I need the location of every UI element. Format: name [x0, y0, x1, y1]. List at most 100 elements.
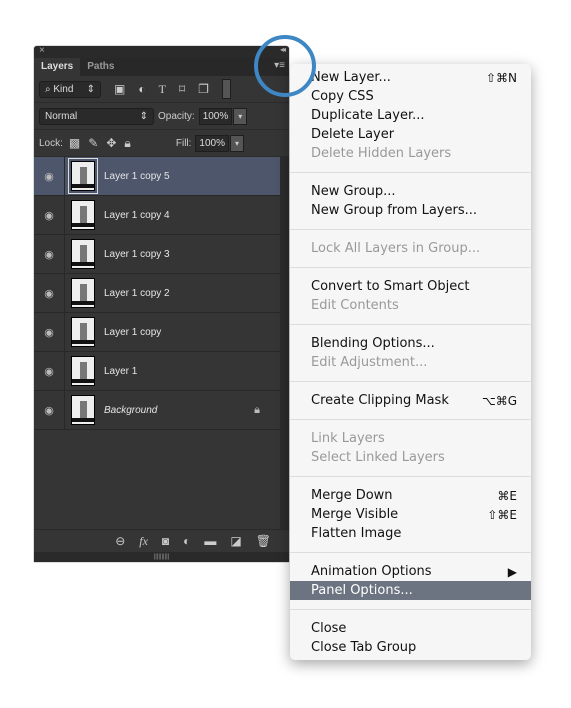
- search-icon: ⌕: [45, 83, 54, 95]
- updown-icon: ⇕: [86, 83, 95, 95]
- opacity-dropdown-button[interactable]: ▾: [233, 107, 248, 125]
- blend-mode-value: Normal: [45, 110, 78, 122]
- menu-item: Link Layers: [290, 429, 531, 448]
- eye-visibility-icon[interactable]: ◉: [34, 235, 65, 273]
- resize-grip[interactable]: ||||||||||: [34, 552, 289, 562]
- eye-visibility-icon[interactable]: ◉: [34, 274, 65, 312]
- mask-icon[interactable]: ◙: [162, 534, 169, 548]
- fill-dropdown-button[interactable]: ▾: [230, 134, 244, 152]
- image-filter-icon[interactable]: ▣: [114, 82, 125, 96]
- layer-row[interactable]: ◉ Layer 1 copy: [34, 313, 280, 352]
- layer-name: Layer 1 copy 5: [104, 170, 170, 182]
- menu-item-label: Delete Hidden Layers: [311, 146, 452, 161]
- layer-row[interactable]: ◉ Layer 1 copy 3: [34, 235, 280, 274]
- menu-separator: [290, 552, 531, 553]
- tab-layers[interactable]: Layers: [34, 58, 81, 76]
- menu-separator: [290, 609, 531, 610]
- layer-name: Layer 1 copy 3: [104, 248, 170, 260]
- highlight-circle: [254, 35, 316, 97]
- trash-icon[interactable]: 🗑︎: [256, 534, 271, 548]
- shape-filter-icon[interactable]: ⌑: [179, 82, 185, 96]
- menu-item[interactable]: Flatten Image: [290, 524, 531, 543]
- new-layer-icon[interactable]: ◪: [230, 534, 241, 548]
- layer-row[interactable]: ◉ Layer 1 copy 4: [34, 196, 280, 235]
- filter-kind-label: Kind: [53, 83, 74, 95]
- opacity-input[interactable]: 100%: [198, 107, 233, 125]
- menu-item[interactable]: Delete Layer: [290, 125, 531, 144]
- menu-item-label: Close: [311, 621, 347, 636]
- layer-thumbnail: [71, 278, 95, 308]
- panel-footer: ⊖ fx ◙ ◐ ▬ ◪ 🗑︎: [34, 529, 289, 552]
- layer-row[interactable]: ◉ Layer 1 copy 2: [34, 274, 280, 313]
- lock-transparent-pixels-icon[interactable]: ▩: [69, 136, 80, 150]
- fx-icon[interactable]: fx: [139, 534, 148, 549]
- menu-item[interactable]: New Group...: [290, 182, 531, 201]
- smart-object-filter-icon[interactable]: ❐: [198, 82, 209, 96]
- eye-visibility-icon[interactable]: ◉: [34, 352, 65, 390]
- menu-item[interactable]: Copy CSS: [290, 87, 531, 106]
- menu-item-label: Blending Options...: [311, 336, 435, 351]
- eye-visibility-icon[interactable]: ◉: [34, 391, 65, 429]
- menu-item-label: Create Clipping Mask: [311, 393, 449, 408]
- filter-toggle-icon[interactable]: [221, 79, 231, 99]
- menu-item[interactable]: Convert to Smart Object: [290, 277, 531, 296]
- scrollbar[interactable]: [280, 157, 289, 534]
- tab-paths[interactable]: Paths: [80, 58, 121, 76]
- menu-separator: [290, 172, 531, 173]
- menu-item-label: Select Linked Layers: [311, 450, 445, 465]
- menu-item-label: Delete Layer: [311, 127, 395, 142]
- layer-row[interactable]: ◉ Layer 1: [34, 352, 280, 391]
- eye-visibility-icon[interactable]: ◉: [34, 313, 65, 351]
- panel-tabs: Layers Paths ▾≡: [34, 58, 289, 76]
- eye-visibility-icon[interactable]: ◉: [34, 196, 65, 234]
- eye-visibility-icon[interactable]: ◉: [34, 157, 65, 195]
- lock-all-icon[interactable]: 🔒︎: [124, 136, 130, 151]
- menu-item[interactable]: Close: [290, 619, 531, 638]
- menu-item: Edit Adjustment...: [290, 353, 531, 372]
- close-icon[interactable]: ×: [39, 45, 45, 56]
- layers-panel: × ◂◂ Layers Paths ▾≡ ⌕ Kind ⇕ ▣ ◐ T ⌑ ❐ …: [34, 45, 289, 562]
- menu-separator: [290, 229, 531, 230]
- adjustment-filter-icon[interactable]: ◐: [138, 82, 145, 96]
- layer-name: Layer 1 copy: [104, 326, 162, 338]
- menu-item[interactable]: Create Clipping Mask ⌥⌘G: [290, 391, 531, 410]
- type-filter-icon[interactable]: T: [159, 82, 166, 97]
- menu-item-label: New Group...: [311, 184, 396, 199]
- link-icon[interactable]: ⊖: [115, 534, 125, 548]
- menu-item-label: Merge Visible: [311, 507, 399, 522]
- layer-row[interactable]: ◉ Background 🔒︎: [34, 391, 280, 430]
- layer-thumbnail: [71, 395, 95, 425]
- filter-kind-select[interactable]: ⌕ Kind ⇕: [39, 80, 101, 98]
- layer-list: ◉ Layer 1 copy 5 ◉ Layer 1 copy 4 ◉ Layer 1 c…: [34, 157, 280, 534]
- menu-item[interactable]: Blending Options...: [290, 334, 531, 353]
- menu-item[interactable]: Duplicate Layer...: [290, 106, 531, 125]
- menu-item-label: Duplicate Layer...: [311, 108, 425, 123]
- menu-item-label: Animation Options: [311, 564, 432, 579]
- menu-item-label: Edit Adjustment...: [311, 355, 428, 370]
- menu-item-label: Close Tab Group: [311, 640, 417, 655]
- menu-separator: [290, 324, 531, 325]
- group-folder-icon[interactable]: ▬: [204, 534, 216, 548]
- layer-row[interactable]: ◉ Layer 1 copy 5: [34, 157, 280, 196]
- fill-input[interactable]: 100%: [195, 134, 229, 152]
- lock-position-icon[interactable]: ✥: [106, 136, 116, 150]
- blend-mode-select[interactable]: Normal ⇕: [39, 107, 154, 125]
- lock-image-pixels-icon[interactable]: ✎: [88, 136, 98, 150]
- menu-separator: [290, 419, 531, 420]
- menu-item[interactable]: Merge Visible ⇧⌘E: [290, 505, 531, 524]
- menu-item-label: Panel Options...: [311, 583, 413, 598]
- menu-item[interactable]: Close Tab Group: [290, 638, 531, 657]
- menu-item-label: Convert to Smart Object: [311, 279, 470, 294]
- menu-item[interactable]: Panel Options...: [290, 581, 531, 600]
- menu-item-shortcut: ⇧⌘N: [485, 70, 517, 85]
- menu-item-label: Link Layers: [311, 431, 385, 446]
- menu-item[interactable]: Merge Down ⌘E: [290, 486, 531, 505]
- menu-item[interactable]: New Group from Layers...: [290, 201, 531, 220]
- menu-separator: [290, 381, 531, 382]
- lock-label: Lock:: [39, 137, 63, 149]
- menu-item-shortcut: ⇧⌘E: [487, 507, 517, 522]
- adjustment-icon[interactable]: ◐: [183, 534, 190, 548]
- menu-item[interactable]: Animation Options ▶: [290, 562, 531, 581]
- layer-thumbnail: [71, 239, 95, 269]
- menu-item[interactable]: New Layer... ⇧⌘N: [290, 68, 531, 87]
